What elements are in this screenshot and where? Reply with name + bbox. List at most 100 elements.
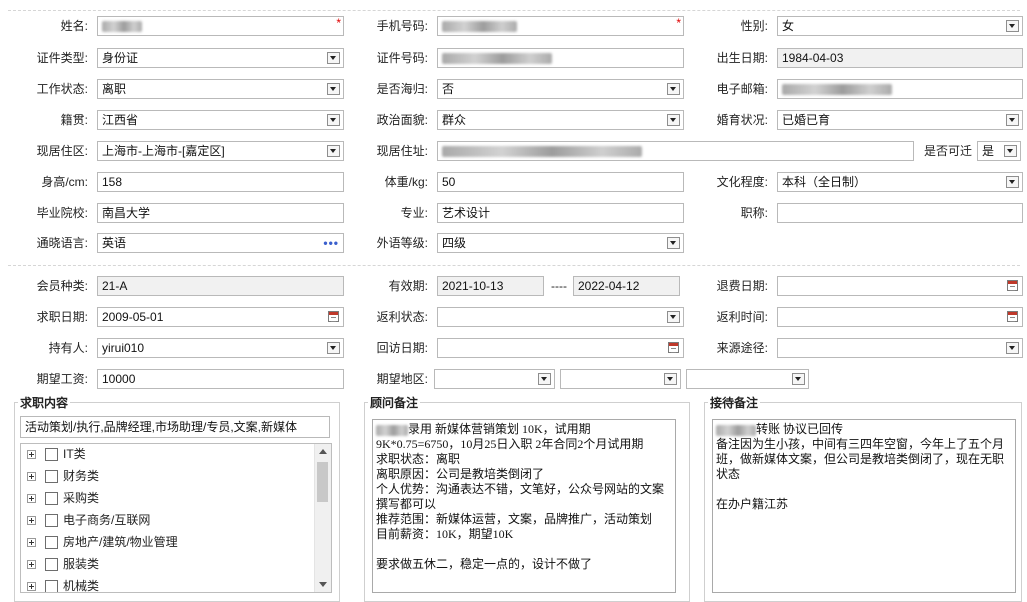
chevron-down-icon[interactable] [538,373,551,385]
chevron-down-icon[interactable] [667,237,680,249]
birth-date-label: 出生日期: [716,51,768,65]
salary-field[interactable]: 10000 [97,369,344,389]
id-number-field[interactable] [437,48,684,68]
scroll-down-icon[interactable] [319,582,327,587]
tree-item-it[interactable]: IT类 [27,444,86,464]
checkbox-icon[interactable] [45,580,58,592]
refund-date-field[interactable] [777,276,1023,296]
political-select[interactable]: 群众 [437,110,684,130]
chevron-down-icon[interactable] [1006,114,1019,126]
rebate-time-label: 返利时间: [716,310,768,324]
visit-date-field[interactable] [437,338,684,358]
residence-area-select[interactable]: 上海市-上海市-[嘉定区] [97,141,344,161]
chevron-down-icon[interactable] [327,114,340,126]
checkbox-icon[interactable] [45,536,58,550]
chevron-down-icon[interactable] [664,373,677,385]
rebate-status-select[interactable] [437,307,684,327]
expected-area-city-select[interactable] [560,369,681,389]
chevron-down-icon[interactable] [327,145,340,157]
checkbox-icon[interactable] [45,558,58,572]
chevron-down-icon[interactable] [1006,342,1019,354]
advisor-notes-textarea[interactable]: 录用 新媒体营销策划 10K，试用期 9K*0.75=6750，10月25日入职… [372,419,676,593]
calendar-icon[interactable] [328,311,339,322]
relocate-select[interactable]: 是 [977,141,1021,161]
chevron-down-icon[interactable] [792,373,805,385]
valid-period-label: 有效期: [388,279,428,293]
email-field[interactable] [777,79,1023,99]
plus-box-icon[interactable] [27,472,36,482]
title-label: 职称: [740,206,768,220]
valid-to-field: 2022-04-12 [573,276,680,296]
school-field[interactable]: 南昌大学 [97,203,344,223]
plus-box-icon[interactable] [27,582,36,592]
phone-label: 手机号码: [376,19,428,33]
major-field[interactable]: 艺术设计 [437,203,684,223]
title-field[interactable] [777,203,1023,223]
language-field[interactable]: 英语 ••• [97,233,344,253]
expected-area-district-select[interactable] [686,369,809,389]
weight-field[interactable]: 50 [437,172,684,192]
returnee-select[interactable]: 否 [437,79,684,99]
plus-box-icon[interactable] [27,450,36,460]
scroll-thumb[interactable] [317,462,328,502]
tree-item-label: 机械类 [63,579,100,593]
top-divider [8,10,1020,11]
tree-item-apparel[interactable]: 服装类 [27,554,99,574]
chevron-down-icon[interactable] [667,311,680,323]
scroll-up-icon[interactable] [319,449,327,454]
salary-label: 期望工资: [36,372,88,386]
returnee-value: 否 [442,82,455,96]
chevron-down-icon[interactable] [1004,145,1017,157]
tree-item-real-estate[interactable]: 房地产/建筑/物业管理 [27,532,178,552]
calendar-icon[interactable] [668,342,679,353]
education-select[interactable]: 本科（全日制） [777,172,1023,192]
gender-select[interactable]: 女 [777,16,1023,36]
id-type-select[interactable]: 身份证 [97,48,344,68]
rebate-time-field[interactable] [777,307,1023,327]
job-category-tree[interactable]: IT类 财务类 采购类 电子商务/互联网 房地产/建筑/物业管理 服装类 机械类 [20,443,332,593]
refund-date-label: 退费日期: [716,279,768,293]
reception-notes-textarea[interactable]: 转账 协议已回传 备注因为生小孩，中间有三四年空窗，今年上了五个月班，做新媒体文… [712,419,1016,593]
calendar-icon[interactable] [1007,311,1018,322]
tree-scrollbar[interactable] [314,444,331,592]
height-field[interactable]: 158 [97,172,344,192]
phone-field[interactable]: * [437,16,684,36]
plus-box-icon[interactable] [27,560,36,570]
source-select[interactable] [777,338,1023,358]
chevron-down-icon[interactable] [667,83,680,95]
name-field[interactable]: * [97,16,344,36]
tree-item-purchasing[interactable]: 采购类 [27,488,99,508]
plus-box-icon[interactable] [27,494,36,504]
plus-box-icon[interactable] [27,516,36,526]
tree-item-finance[interactable]: 财务类 [27,466,99,486]
plus-box-icon[interactable] [27,538,36,548]
ellipsis-icon[interactable]: ••• [323,234,339,252]
chevron-down-icon[interactable] [327,83,340,95]
relocate-label: 是否可迁 [923,144,972,158]
checkbox-icon[interactable] [45,470,58,484]
school-label: 毕业院校: [36,206,88,220]
marital-select[interactable]: 已婚已育 [777,110,1023,130]
tree-item-ecommerce[interactable]: 电子商务/互联网 [27,510,150,530]
chevron-down-icon[interactable] [1006,20,1019,32]
expected-area-province-select[interactable] [434,369,555,389]
checkbox-icon[interactable] [45,514,58,528]
chevron-down-icon[interactable] [667,114,680,126]
work-status-select[interactable]: 离职 [97,79,344,99]
name-label: 姓名: [60,19,88,33]
language-level-select[interactable]: 四级 [437,233,684,253]
native-place-select[interactable]: 江西省 [97,110,344,130]
calendar-icon[interactable] [1007,280,1018,291]
tree-item-label: 电子商务/互联网 [63,513,151,527]
tree-item-machinery[interactable]: 机械类 [27,576,100,593]
chevron-down-icon[interactable] [1006,176,1019,188]
advisor-notes-text: 录用 新媒体营销策划 10K，试用期 9K*0.75=6750，10月25日入职… [376,422,665,571]
marital-label: 婚育状况: [716,113,768,127]
address-field[interactable] [437,141,914,161]
holder-select[interactable]: yirui010 [97,338,344,358]
chevron-down-icon[interactable] [327,52,340,64]
checkbox-icon[interactable] [45,448,58,462]
chevron-down-icon[interactable] [327,342,340,354]
checkbox-icon[interactable] [45,492,58,506]
job-date-field[interactable]: 2009-05-01 [97,307,344,327]
